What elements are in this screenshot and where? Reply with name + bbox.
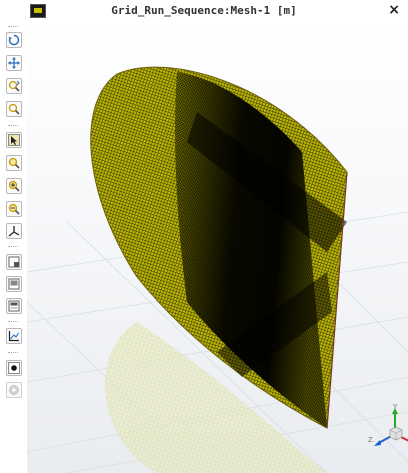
zoom-box-button[interactable] — [6, 101, 22, 117]
single-view-button[interactable] — [6, 276, 22, 292]
window-title: Grid_Run_Sequence:Mesh-1 [m] — [111, 4, 297, 17]
zoom-out-icon — [8, 203, 20, 215]
toolbar-grip — [8, 125, 18, 128]
mesh-scene — [27, 66, 408, 473]
graphics-viewport[interactable]: Y X Z — [27, 22, 408, 473]
toolbar-grip — [8, 321, 18, 324]
zoom-out-button[interactable] — [6, 201, 22, 217]
split-view-icon — [8, 300, 20, 312]
zoom-dynamic-icon — [8, 80, 20, 92]
select-button[interactable] — [6, 132, 22, 148]
chart-icon — [8, 331, 19, 342]
toolbar-grip — [8, 352, 18, 355]
single-view-icon — [8, 278, 20, 290]
zoom-fit-icon — [8, 157, 20, 169]
triad-y-label: Y — [393, 403, 398, 411]
rotate-button[interactable] — [6, 32, 22, 48]
axis-triad: Y X Z — [365, 403, 408, 462]
play-button[interactable] — [6, 382, 22, 398]
toolbar-grip — [8, 246, 18, 249]
pan-icon — [8, 57, 20, 69]
close-button[interactable]: × — [388, 2, 400, 18]
axis-triad-icon — [374, 408, 408, 446]
play-icon — [8, 384, 20, 396]
zoom-in-icon — [8, 180, 20, 192]
rotate-icon — [8, 34, 20, 46]
zoom-in-button[interactable] — [6, 178, 22, 194]
toolbar-grip[interactable] — [8, 26, 18, 29]
zoom-fit-button[interactable] — [6, 155, 22, 171]
zoom-dynamic-button[interactable] — [6, 78, 22, 94]
chart-button[interactable] — [6, 328, 22, 344]
axes-view-button[interactable] — [6, 223, 22, 239]
pan-button[interactable] — [6, 55, 22, 71]
record-icon — [8, 362, 20, 374]
split-view-button[interactable] — [6, 298, 22, 314]
view-toolbar — [0, 22, 27, 473]
axes-view-icon — [8, 226, 20, 237]
zoom-box-icon — [8, 103, 20, 115]
select-icon — [8, 134, 20, 146]
view-layout-button[interactable] — [6, 254, 22, 270]
title-bar: Grid_Run_Sequence:Mesh-1 [m] × — [0, 0, 408, 22]
record-button[interactable] — [6, 360, 22, 376]
view-layout-icon — [8, 256, 20, 268]
triad-z-label: Z — [368, 436, 373, 444]
